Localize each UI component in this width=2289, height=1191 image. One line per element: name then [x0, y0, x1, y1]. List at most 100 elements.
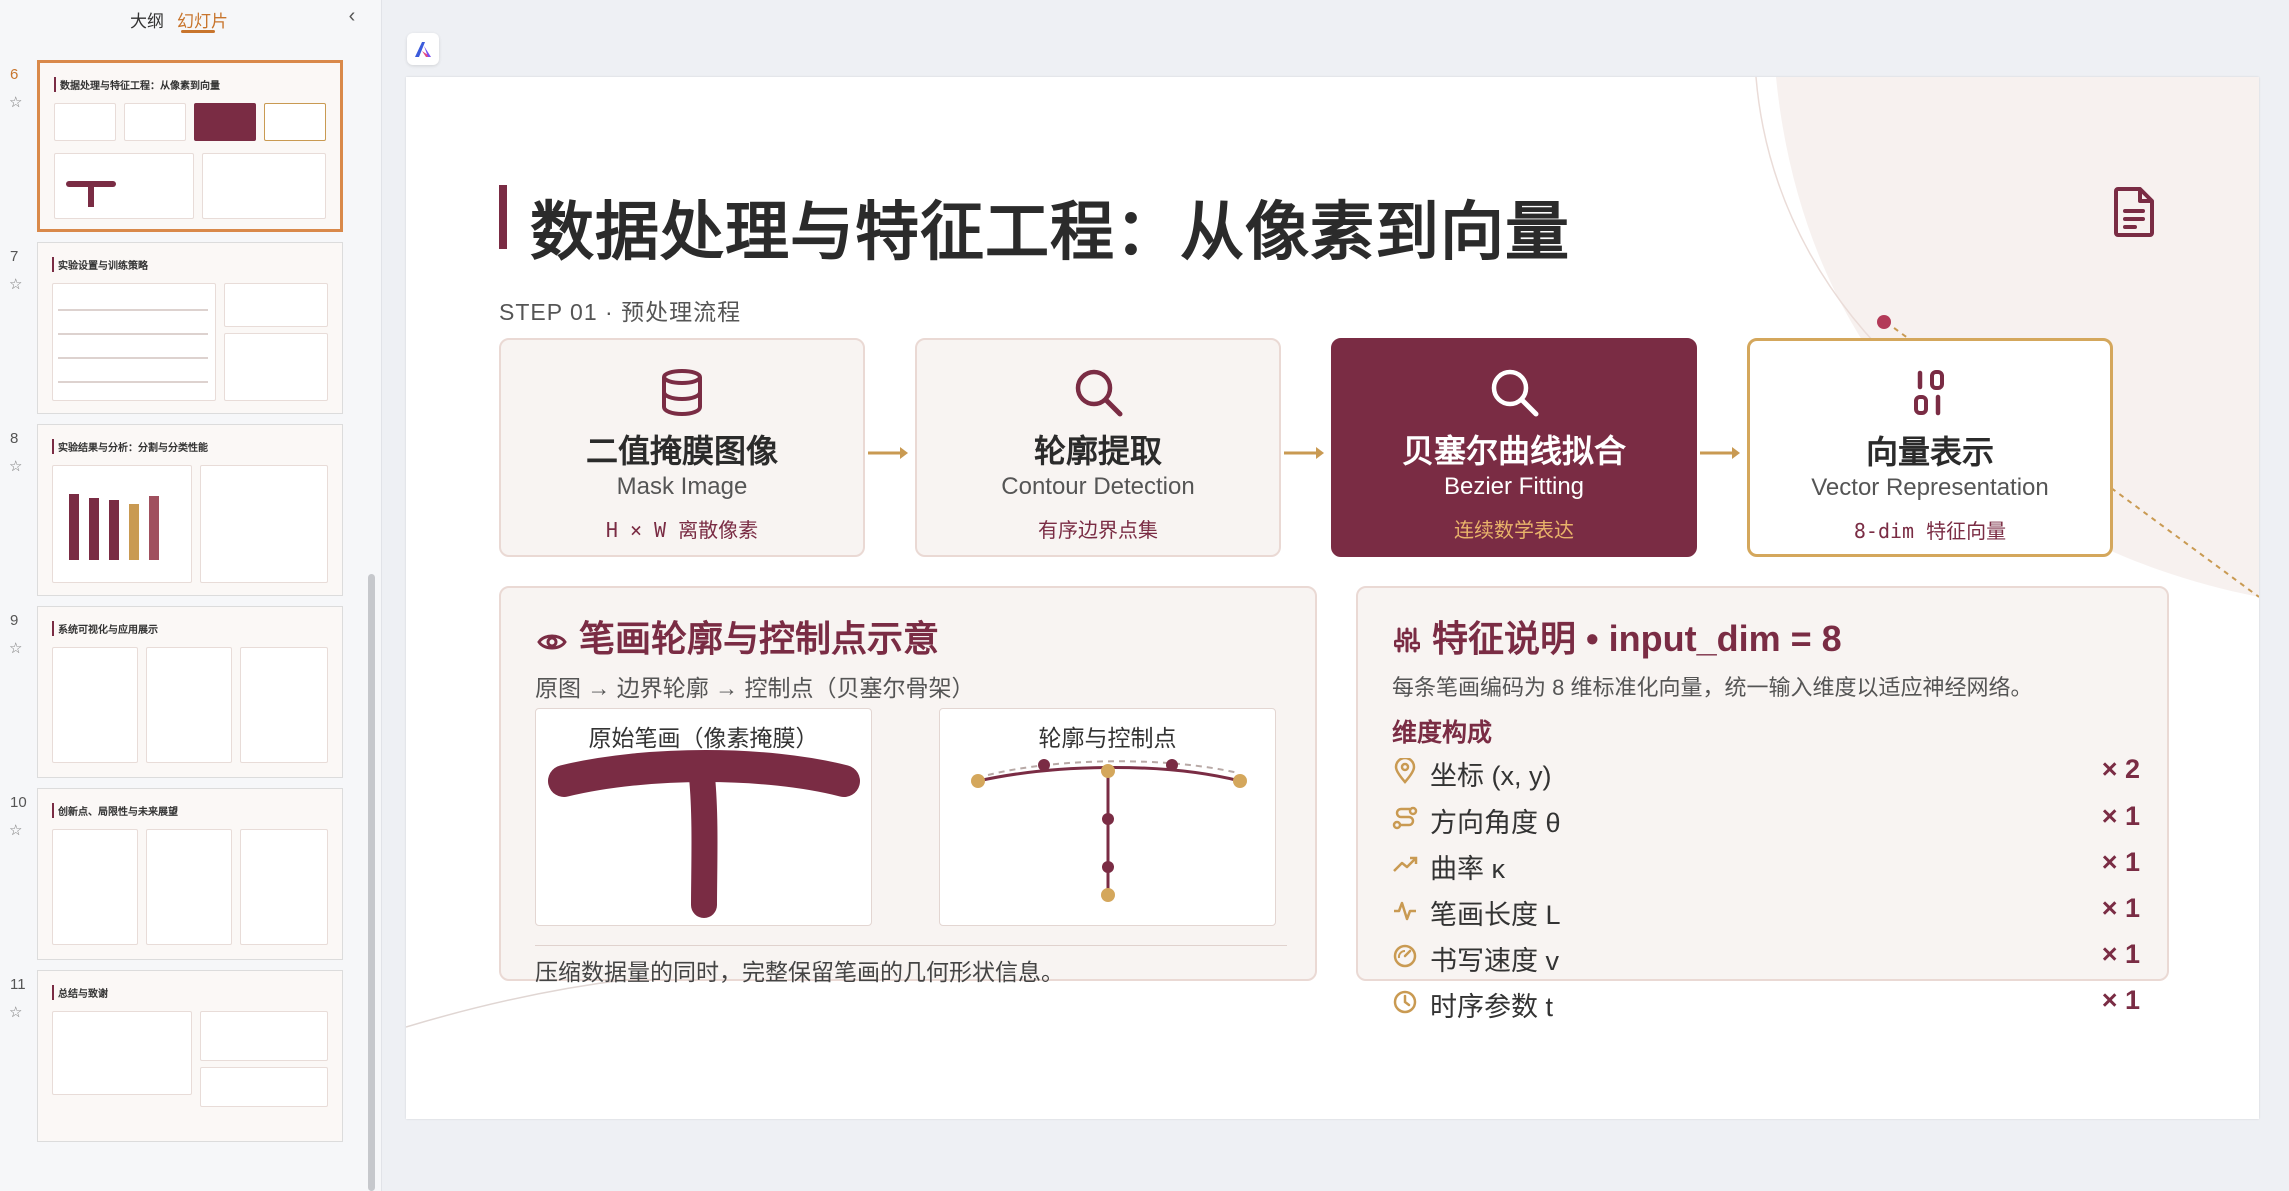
thumb-panel — [52, 1011, 192, 1095]
panel-divider — [535, 945, 1287, 946]
binary-icon — [1750, 367, 2110, 419]
route-icon — [1392, 806, 1418, 830]
feature-count: × 1 — [2101, 801, 2140, 831]
stroke-mask-graphic — [548, 750, 860, 918]
slide-number: 9 — [10, 612, 19, 629]
dimension-header: 维度构成 — [1392, 719, 1493, 747]
arrow-connector — [868, 447, 908, 459]
thumbnail-row: 9 ☆ 系统可视化与应用展示 — [0, 606, 360, 782]
panel-title: 特征说明 • input_dim = 8 — [1393, 610, 1842, 662]
feature-description-panel: 特征说明 • input_dim = 8 每条笔画编码为 8 维标准化向量，统一… — [1356, 586, 2169, 1022]
slide-canvas[interactable]: 数据处理与特征工程：从像素到向量 STEP 01 · 预处理流程 二值掩膜图像 … — [406, 77, 2259, 1119]
thumbnail-row: 10 ☆ 创新点、局限性与未来展望 — [0, 788, 360, 964]
slide-thumbnail[interactable]: 系统可视化与应用展示 — [37, 606, 343, 778]
step-title-cn: 贝塞尔曲线拟合 — [1401, 433, 1626, 469]
thumb-bar — [69, 494, 79, 560]
feature-count: × 1 — [2101, 847, 2140, 877]
feature-row: 方向角度 θ × 1 — [1392, 799, 2140, 839]
slide-number: 11 — [10, 976, 26, 993]
thumbnail-row: 6 ☆ 数据处理与特征工程：从像素到向量 — [0, 60, 360, 236]
thumb-line — [58, 357, 208, 359]
feature-row: 书写速度 v × 1 — [1392, 937, 2140, 977]
step-title-cn: 轮廓提取 — [1033, 433, 1162, 469]
slide-thumbnail[interactable]: 数据处理与特征工程：从像素到向量 — [37, 60, 343, 232]
thumb-bar — [129, 504, 139, 560]
arrow-connector — [1700, 447, 1740, 459]
thumbnail-title: 系统可视化与应用展示 — [52, 621, 158, 636]
feature-row: 笔画长度 L × 1 — [1392, 891, 2140, 931]
tab-outline[interactable]: 大纲 — [130, 7, 164, 32]
step-title-en: Bezier Fitting — [1443, 473, 1585, 500]
thumb-card — [194, 103, 256, 141]
thumb-panel — [200, 1011, 328, 1061]
thumb-panel — [224, 333, 328, 401]
thumb-panel — [52, 647, 138, 763]
slide-thumbnail[interactable]: 总结与致谢 — [37, 970, 343, 1142]
feature-count: × 1 — [2101, 893, 2140, 923]
step-title-en: Contour Detection — [1001, 473, 1195, 500]
thumb-line — [58, 333, 208, 335]
app-logo[interactable] — [407, 33, 439, 65]
slide-thumbnail[interactable]: 实验设置与训练策略 — [37, 242, 343, 414]
feature-panel-title: 特征说明 • input_dim = 8 — [1432, 618, 1842, 659]
trend-icon — [1393, 856, 1418, 872]
sliders-icon — [1393, 620, 1421, 662]
star-icon[interactable]: ☆ — [9, 459, 25, 475]
document-icon — [2114, 187, 2154, 242]
step-label: STEP 01 · 预处理流程 — [499, 299, 742, 325]
slide-thumbnail-panel: 大纲 幻灯片 ‹ 6 ☆ 数据处理与特征工程：从像素到向量 7 ☆ 实验设置与训… — [0, 0, 382, 1191]
star-icon[interactable]: ☆ — [9, 277, 25, 293]
slide-thumbnail[interactable]: 创新点、局限性与未来展望 — [37, 788, 343, 960]
slide-number: 7 — [10, 248, 19, 265]
search-icon — [917, 366, 1279, 418]
slide-number: 6 — [10, 66, 19, 83]
thumbnail-title: 创新点、局限性与未来展望 — [52, 803, 178, 818]
thumb-line — [58, 381, 208, 383]
star-icon[interactable]: ☆ — [9, 1005, 25, 1021]
thumb-panel — [200, 465, 328, 583]
contour-control-points-figure: 轮廓与控制点 — [939, 708, 1276, 926]
slide-thumbnail[interactable]: 实验结果与分析：分割与分类性能 — [37, 424, 343, 596]
feature-row: 曲率 κ × 1 — [1392, 845, 2140, 885]
thumb-card — [54, 103, 116, 141]
collapse-panel-icon[interactable]: ‹ — [341, 5, 363, 27]
thumb-panel — [200, 1067, 328, 1107]
thumb-panel — [52, 465, 192, 583]
thumb-bar — [149, 496, 159, 560]
database-icon — [501, 366, 863, 418]
stroke-panel-footer: 压缩数据量的同时，完整保留笔画的几何形状信息。 — [535, 959, 1064, 985]
thumbnail-row: 8 ☆ 实验结果与分析：分割与分类性能 — [0, 424, 360, 600]
location-pin-icon — [1394, 758, 1416, 784]
feature-count: × 1 — [2101, 985, 2140, 1015]
tab-slides[interactable]: 幻灯片 — [177, 7, 228, 32]
star-icon[interactable]: ☆ — [9, 95, 25, 111]
feature-description: 每条笔画编码为 8 维标准化向量，统一输入维度以适应神经网络。 — [1392, 675, 2033, 700]
stroke-panel-subtitle: 原图 → 边界轮廓 → 控制点（贝塞尔骨架） — [535, 675, 975, 701]
eye-icon — [537, 620, 567, 662]
step-subtitle: 8-dim 特征向量 — [1853, 519, 2007, 543]
step-card-contour-detection: 轮廓提取 Contour Detection 有序边界点集 — [915, 338, 1281, 557]
feature-row: 时序参数 t × 1 — [1392, 983, 2140, 1023]
star-icon[interactable]: ☆ — [9, 641, 25, 657]
feature-name: 曲率 κ — [1430, 854, 1506, 884]
step-title-en: Mask Image — [616, 473, 748, 500]
thumbnail-scrollbar[interactable] — [368, 574, 375, 1191]
thumb-panel — [224, 283, 328, 327]
thumbnail-title: 总结与致谢 — [52, 985, 108, 1000]
gauge-icon — [1393, 944, 1417, 968]
feature-name: 时序参数 t — [1430, 992, 1554, 1022]
thumb-bar — [109, 500, 119, 560]
panel-tabs: 大纲 幻灯片 ‹ — [0, 0, 382, 36]
feature-count: × 1 — [2101, 939, 2140, 969]
step-subtitle: 有序边界点集 — [1038, 520, 1158, 542]
step-card-vector-representation: 向量表示 Vector Representation 8-dim 特征向量 — [1747, 338, 2113, 557]
star-icon[interactable]: ☆ — [9, 823, 25, 839]
thumb-bar — [89, 498, 99, 560]
thumbnail-row: 7 ☆ 实验设置与训练策略 — [0, 242, 360, 418]
slide-number: 10 — [10, 794, 27, 811]
feature-name: 书写速度 v — [1430, 946, 1560, 976]
feature-row: 坐标 (x, y) × 2 — [1392, 752, 2140, 792]
active-tab-indicator — [181, 30, 215, 33]
feature-name: 方向角度 θ — [1430, 808, 1561, 838]
step-subtitle: 连续数学表达 — [1454, 520, 1574, 542]
